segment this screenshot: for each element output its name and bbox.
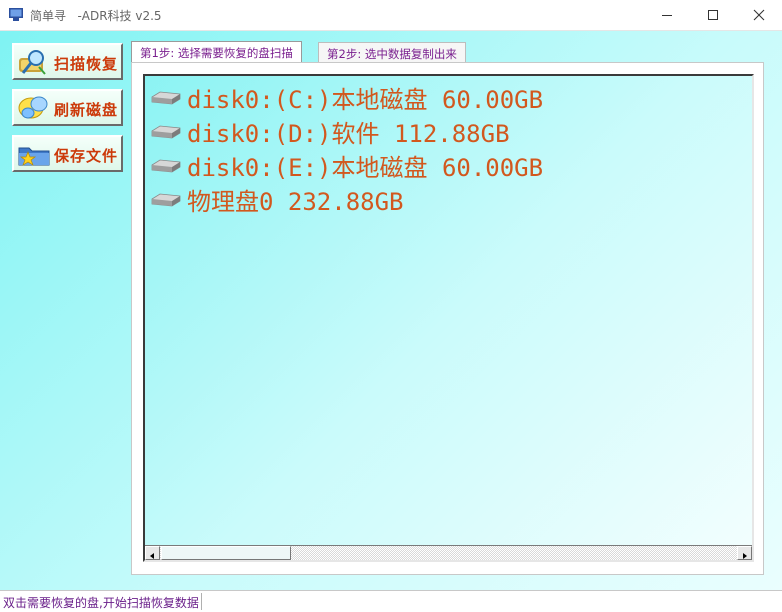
main-client-area: 扫描恢复 刷新磁盘 保存文件 第1步: 选择需要恢复的盘扫描 第2步: 选中数据… [0,31,782,590]
tab-step-2-label: 第2步: 选中数据复制出来 [327,47,457,61]
drive-label: disk0:(E:)本地磁盘 60.00GB [187,154,544,182]
minimize-button[interactable] [644,0,690,30]
horizontal-scrollbar[interactable] [145,545,752,560]
tab-step-1[interactable]: 第1步: 选择需要恢复的盘扫描 [131,41,302,63]
refresh-bubbles-icon [18,96,48,119]
tab-step-1-label: 第1步: 选择需要恢复的盘扫描 [140,46,293,60]
scroll-right-button[interactable] [737,546,752,560]
tab-step-2[interactable]: 第2步: 选中数据复制出来 [318,42,466,62]
drive-label: 物理盘0 232.88GB [187,188,404,216]
status-separator [201,593,202,610]
window-title: 简单寻 -ADR科技 v2.5 [30,9,162,23]
close-icon [753,9,765,21]
scroll-left-icon [150,553,154,559]
status-bar: 双击需要恢复的盘,开始扫描恢复数据 [0,590,782,612]
hard-drive-icon [151,193,181,207]
maximize-icon [708,10,718,20]
drive-label: disk0:(D:)软件 112.88GB [187,120,510,148]
title-bar: 简单寻 -ADR科技 v2.5 [0,0,782,31]
drive-label: disk0:(C:)本地磁盘 60.00GB [187,86,544,114]
app-icon [9,8,23,21]
hard-drive-icon [151,91,181,105]
save-file-label: 保存文件 [54,147,119,165]
refresh-disk-label: 刷新磁盘 [54,101,119,119]
scroll-right-icon [743,553,747,559]
scan-recover-button[interactable]: 扫描恢复 [12,43,123,80]
refresh-disk-button[interactable]: 刷新磁盘 [12,89,123,126]
magnifier-disk-icon [19,50,46,75]
hard-drive-icon [151,125,181,139]
close-button[interactable] [736,0,782,30]
save-file-button[interactable]: 保存文件 [12,135,123,172]
scrollbar-thumb[interactable] [161,546,291,560]
hard-drive-icon [151,159,181,173]
scan-recover-label: 扫描恢复 [54,55,119,73]
status-text: 双击需要恢复的盘,开始扫描恢复数据 [3,596,199,610]
maximize-button[interactable] [690,0,736,30]
drive-list[interactable]: disk0:(C:)本地磁盘 60.00GB disk0:(D:)软件 112.… [143,74,754,562]
minimize-icon [662,15,672,16]
scroll-left-button[interactable] [145,546,160,560]
save-folder-icon [18,147,50,166]
